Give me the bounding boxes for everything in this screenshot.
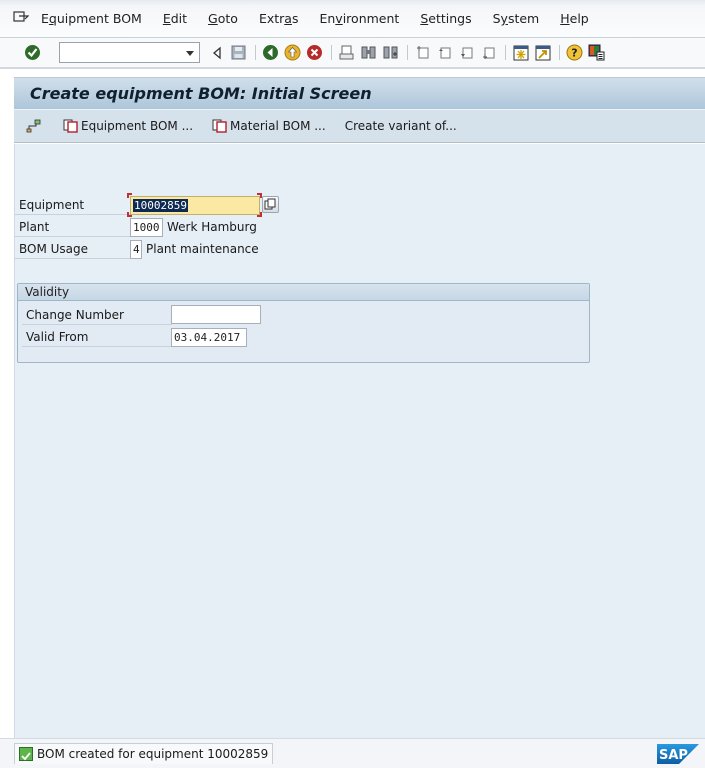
equipment-input[interactable]: 10002859 (130, 196, 260, 215)
find-icon[interactable] (360, 44, 377, 61)
exit-icon[interactable] (284, 44, 301, 61)
menu-bar: Equipment BOM Edit Goto Extras Environme… (0, 0, 705, 38)
bom-usage-input[interactable]: 4 (130, 240, 142, 259)
create-variant-button[interactable]: Create variant of... (345, 119, 457, 133)
change-number-label: Change Number (22, 304, 172, 325)
sap-logo-text: SAP (659, 748, 688, 763)
print-icon[interactable] (338, 44, 355, 61)
mnemonic-letter: S (420, 11, 429, 26)
menu-help[interactable]: Help (560, 11, 589, 26)
svg-text:?: ? (571, 47, 577, 60)
status-message-text: BOM created for equipment 10002859 (37, 747, 269, 761)
customize-layout-icon[interactable] (588, 44, 605, 61)
mnemonic-letter: y (500, 11, 508, 26)
menu-equipment-bom[interactable]: Equipment BOM (41, 11, 142, 26)
plant-description: Werk Hamburg (167, 220, 257, 234)
toolbar-separator (331, 45, 332, 60)
menu-settings[interactable]: Settings (420, 11, 471, 26)
menu-edit[interactable]: Edit (163, 11, 187, 26)
find-next-icon[interactable] (382, 44, 399, 61)
save-icon[interactable] (230, 44, 247, 61)
back-icon[interactable] (262, 44, 279, 61)
copy-icon (212, 119, 227, 133)
status-bar: BOM created for equipment 10002859 SAP (0, 738, 705, 768)
hierarchy-icon (26, 119, 41, 133)
focus-marker (257, 212, 262, 217)
last-page-icon[interactable] (480, 44, 497, 61)
next-page-icon[interactable] (458, 44, 475, 61)
menu-icon[interactable] (13, 10, 29, 25)
mnemonic-letter: q (48, 11, 57, 26)
focus-marker (127, 193, 132, 198)
change-number-input[interactable] (171, 305, 261, 324)
page-title: Create equipment BOM: Initial Screen (30, 84, 372, 103)
menu-goto[interactable]: Goto (208, 11, 238, 26)
toolbar-separator (407, 45, 408, 60)
menu-system[interactable]: System (493, 11, 540, 26)
create-session-icon[interactable] (512, 44, 529, 61)
material-bom-button[interactable]: Material BOM ... (212, 119, 326, 133)
hierarchy-button[interactable] (26, 119, 44, 133)
mnemonic-letter: a (284, 11, 292, 26)
success-check-icon (19, 747, 33, 761)
equipment-input-value: 10002859 (133, 199, 188, 212)
enter-icon[interactable] (24, 44, 41, 61)
mnemonic-letter: v (335, 11, 343, 26)
copy-icon (63, 119, 78, 133)
plant-label: Plant (15, 216, 130, 237)
shortcut-icon[interactable] (534, 44, 551, 61)
validity-group-title: Validity (18, 284, 589, 301)
value-help-button[interactable] (262, 196, 279, 213)
menu-environment[interactable]: Environment (319, 11, 399, 26)
dropdown-arrow-icon[interactable] (186, 51, 194, 56)
title-bar: Create equipment BOM: Initial Screen (14, 77, 705, 109)
toolbar-separator (505, 45, 506, 60)
sap-logo: SAP (657, 744, 699, 764)
valid-from-label: Valid From (22, 326, 172, 347)
material-bom-button-label: Material BOM ... (230, 119, 326, 133)
value-help-icon (264, 198, 276, 210)
command-field[interactable] (59, 42, 200, 63)
plant-input[interactable]: 1000 (130, 218, 163, 237)
standard-toolbar: ? (0, 38, 705, 69)
equipment-bom-button-label: Equipment BOM ... (81, 119, 194, 133)
mnemonic-letter: H (560, 11, 570, 26)
bom-usage-label: BOM Usage (15, 238, 130, 259)
cancel-icon[interactable] (306, 44, 323, 61)
back-arrow-icon[interactable] (208, 44, 225, 61)
first-page-icon[interactable] (414, 44, 431, 61)
mnemonic-letter: G (208, 11, 218, 26)
bom-usage-description: Plant maintenance (146, 242, 259, 256)
status-message[interactable]: BOM created for equipment 10002859 (14, 743, 274, 764)
toolbar-separator (559, 45, 560, 60)
mnemonic-letter: E (162, 11, 171, 26)
valid-from-input[interactable]: 03.04.2017 (171, 328, 247, 347)
left-margin (0, 69, 14, 768)
previous-page-icon[interactable] (436, 44, 453, 61)
application-toolbar: Equipment BOM ... Material BOM ... Creat… (14, 109, 705, 143)
equipment-label: Equipment (15, 194, 130, 215)
equipment-bom-button[interactable]: Equipment BOM ... (63, 119, 193, 133)
menu-extras[interactable]: Extras (259, 11, 299, 26)
create-variant-button-label: Create variant of... (344, 119, 457, 133)
help-icon[interactable]: ? (566, 44, 583, 61)
toolbar-separator (255, 45, 256, 60)
